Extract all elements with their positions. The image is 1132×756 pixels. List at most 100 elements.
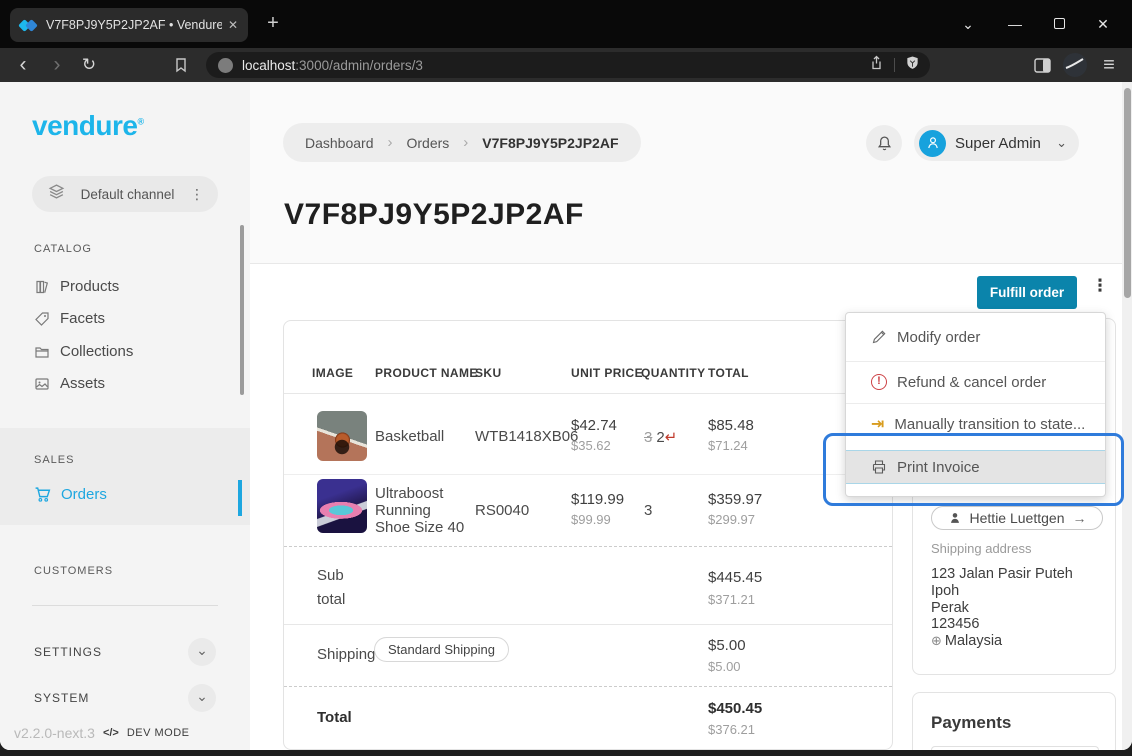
user-chevron-icon: ⌄: [1056, 135, 1067, 151]
sidebar-item-orders[interactable]: Orders: [34, 486, 107, 503]
shipping-value: $5.00: [708, 637, 746, 654]
customer-link-button[interactable]: Hettie Luettgen →: [931, 506, 1103, 530]
breadcrumb-orders[interactable]: Orders: [407, 135, 450, 151]
layers-icon: [48, 183, 65, 205]
unit-price: $119.99: [571, 491, 624, 508]
product-sku: WTB1418XB06: [475, 428, 578, 445]
user-menu[interactable]: Super Admin ⌄: [914, 125, 1079, 161]
customer-name: Hettie Luettgen: [970, 510, 1065, 526]
vendure-logo: vendure®: [32, 110, 144, 142]
code-icon: </>: [103, 727, 119, 739]
page-title: V7F8PJ9Y5P2JP2AF: [284, 198, 584, 232]
shipping-label: Shipping: [317, 646, 375, 663]
channel-switcher[interactable]: Default channel ⋮: [32, 176, 218, 212]
notifications-button[interactable]: [866, 125, 902, 161]
channel-label: Default channel: [65, 187, 190, 202]
browser-tab[interactable]: V7F8PJ9Y5P2JP2AF • Vendure ✕: [10, 8, 248, 42]
sidebar-scrollbar[interactable]: [240, 225, 244, 395]
browser-window: V7F8PJ9Y5P2JP2AF • Vendure ✕ + ⌄ — ✕ ‹ ›…: [0, 0, 1132, 750]
nav-section-system: SYSTEM: [34, 691, 89, 705]
quantity-modified-icon: ↵: [665, 429, 678, 446]
breadcrumb-sep-icon: ›: [388, 134, 393, 151]
payments-card: Payments: [912, 692, 1116, 750]
sidebar-item-facets[interactable]: Facets: [34, 310, 105, 327]
screen: V7F8PJ9Y5P2JP2AF • Vendure ✕ + ⌄ — ✕ ‹ ›…: [0, 0, 1132, 756]
tab-close-icon[interactable]: ✕: [228, 18, 238, 32]
system-expand-button[interactable]: ⌄: [188, 684, 216, 712]
table-header-divider: [284, 393, 892, 394]
sidebar-item-products[interactable]: Products: [34, 278, 119, 295]
new-tab-button[interactable]: +: [260, 11, 286, 37]
nav-section-sales: SALES: [34, 454, 74, 466]
forward-button[interactable]: ›: [42, 48, 72, 82]
quantity: 32↵: [644, 428, 677, 446]
folder-icon: [34, 344, 50, 360]
unit-price-net: $35.62: [571, 438, 611, 453]
line-total: $359.97: [708, 491, 762, 508]
active-nav-indicator: [238, 480, 242, 516]
total-net: $376.21: [708, 722, 755, 737]
subtotal-value: $445.45: [708, 569, 762, 586]
breadcrumb: Dashboard › Orders › V7F8PJ9Y5P2JP2AF: [283, 123, 641, 162]
product-image-shoe[interactable]: [317, 479, 367, 533]
menu-item-modify-order[interactable]: Modify order: [846, 316, 1105, 358]
shipping-address-label: Shipping address: [931, 541, 1031, 556]
breadcrumb-current: V7F8PJ9Y5P2JP2AF: [482, 135, 618, 151]
summary-divider: [284, 546, 892, 547]
address-line: Perak: [931, 600, 969, 616]
tab-search-icon[interactable]: ⌄: [946, 16, 990, 33]
close-window-button[interactable]: ✕: [1081, 16, 1125, 33]
menu-item-refund-cancel[interactable]: ! Refund & cancel order: [846, 361, 1105, 403]
maximize-button[interactable]: [1037, 16, 1081, 32]
share-icon[interactable]: [868, 55, 884, 76]
col-header-image: IMAGE: [312, 366, 353, 380]
address-line: 123 Jalan Pasir Puteh: [931, 566, 1073, 582]
toolbar-divider: [894, 58, 895, 72]
vendure-favicon-icon: [20, 18, 37, 33]
product-sku: RS0040: [475, 502, 529, 519]
page-header: [250, 82, 1122, 264]
quantity: 3: [644, 502, 652, 519]
address-line: Ipoh: [931, 583, 959, 599]
split-view-icon[interactable]: [1028, 48, 1056, 82]
minimize-button[interactable]: —: [993, 16, 1037, 32]
product-image-basketball[interactable]: [317, 411, 367, 461]
site-info-icon[interactable]: [218, 58, 233, 73]
vendure-admin-app: vendure® Default channel ⋮ CATALOG Produ…: [0, 82, 1132, 750]
tab-title: V7F8PJ9Y5P2JP2AF • Vendure: [46, 18, 222, 32]
browser-menu-icon[interactable]: ≡: [1094, 48, 1124, 82]
order-lines-card: IMAGE PRODUCT NAME SKU UNIT PRICE QUANTI…: [283, 320, 893, 750]
sidebar-item-assets[interactable]: Assets: [34, 375, 105, 392]
col-header-total: TOTAL: [708, 366, 749, 380]
address-bar[interactable]: localhost:3000/admin/orders/3: [206, 52, 930, 78]
element-highlight-box: [823, 433, 1124, 506]
dev-mode-label: DEV MODE: [127, 727, 190, 739]
brave-shield-icon[interactable]: [905, 55, 920, 76]
address-line: 123456: [931, 616, 979, 632]
payment-item: [931, 746, 1099, 750]
total-value: $450.45: [708, 700, 762, 717]
settings-expand-button[interactable]: ⌄: [188, 638, 216, 666]
back-button[interactable]: ‹: [8, 48, 38, 82]
app-version: v2.2.0-next.3: [14, 725, 95, 741]
channel-menu-icon[interactable]: ⋮: [190, 186, 204, 203]
summary-divider: [284, 686, 892, 687]
product-name[interactable]: Basketball: [375, 428, 444, 445]
product-name[interactable]: Ultraboost Running Shoe Size 40: [375, 485, 467, 536]
fulfill-order-button[interactable]: Fulfill order: [977, 276, 1077, 309]
products-icon: [34, 279, 50, 295]
url-path: :3000/admin/orders/3: [295, 58, 423, 73]
bookmark-icon[interactable]: [166, 48, 196, 82]
pencil-icon: [871, 329, 887, 345]
breadcrumb-dashboard[interactable]: Dashboard: [305, 135, 374, 151]
reload-button[interactable]: ↻: [74, 48, 104, 82]
col-header-quantity: QUANTITY: [641, 366, 706, 380]
logo-mark: ®: [137, 117, 143, 127]
profile-avatar[interactable]: [1060, 48, 1090, 82]
bell-icon: [876, 135, 893, 152]
order-actions-menu-button[interactable]: ⋮: [1090, 279, 1110, 292]
col-header-product-name: PRODUCT NAME: [375, 366, 478, 380]
page-scrollbar-thumb[interactable]: [1124, 88, 1131, 298]
arrow-right-icon: →: [1072, 510, 1086, 526]
sidebar-item-collections[interactable]: Collections: [34, 343, 133, 360]
